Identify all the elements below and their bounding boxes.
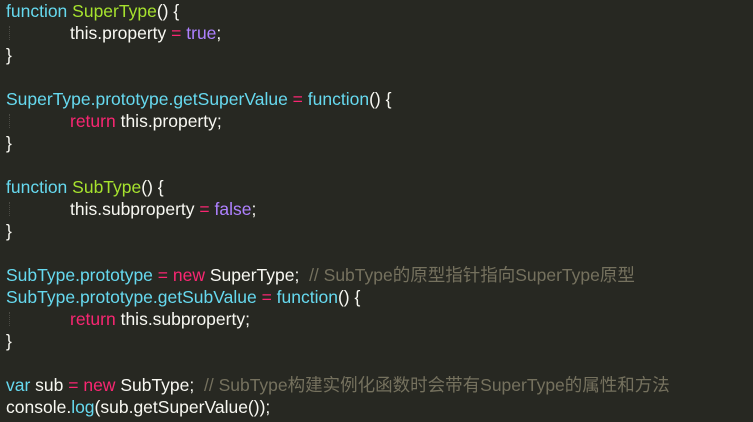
text-token: (sub.getSuperValue()); <box>94 397 271 417</box>
text-token: SubType; <box>115 375 204 395</box>
indent-guide <box>9 26 10 40</box>
code-line-3[interactable]: } <box>6 44 12 66</box>
keyword-token: function <box>276 287 338 307</box>
operator-token: return <box>70 111 116 131</box>
text-token: ; <box>216 23 222 43</box>
code-line-2[interactable]: this.property = true; <box>70 22 221 44</box>
code-line-6[interactable]: return this.property; <box>70 110 222 132</box>
function-name-token: SuperType <box>72 1 157 21</box>
boolean-token: false <box>214 199 252 219</box>
operator-token: = <box>63 375 84 395</box>
text-token: } <box>6 331 12 351</box>
code-line-18[interactable]: var sub = new SubType; // SubType构建实例化函数… <box>6 374 670 396</box>
code-line-14[interactable]: SubType.prototype.getSubValue = function… <box>6 286 360 308</box>
boolean-token: true <box>186 23 217 43</box>
keyword-token: function <box>307 89 370 109</box>
code-line-10[interactable]: this.subproperty = false; <box>70 198 256 220</box>
text-token: () { <box>156 1 180 21</box>
operator-token: = <box>287 89 308 109</box>
function-name-token: SubType <box>72 177 142 197</box>
text-token: } <box>6 133 12 153</box>
code-line-5[interactable]: SuperType.prototype.getSuperValue = func… <box>6 88 391 110</box>
code-line-15[interactable]: return this.subproperty; <box>70 308 250 330</box>
keyword-token: var <box>6 375 31 395</box>
code-line-13[interactable]: SubType.prototype = new SuperType; // Su… <box>6 264 635 286</box>
code-line-1[interactable]: function SuperType() { <box>6 0 179 22</box>
keyword-token: log <box>71 397 95 417</box>
code-line-7[interactable]: } <box>6 132 12 154</box>
comment-token: // SubType的原型指针指向SuperType原型 <box>309 265 635 285</box>
keyword-token: function <box>6 1 68 21</box>
text-token: this.property <box>70 23 167 43</box>
text-token: () { <box>337 287 361 307</box>
code-line-19[interactable]: console.log(sub.getSuperValue()); <box>6 396 270 418</box>
comment-token: // SubType构建实例化函数时会带有SuperType的属性和方法 <box>203 375 670 395</box>
text-token: sub <box>30 375 64 395</box>
operator-token: = <box>256 287 277 307</box>
text-token: this.property; <box>115 111 222 131</box>
operator-token: return <box>70 309 116 329</box>
operator-token: new <box>83 375 116 395</box>
text-token: () { <box>369 89 392 109</box>
text-token: () { <box>141 177 164 197</box>
indent-guide <box>9 202 10 216</box>
keyword-token: SubType.prototype.getSubValue <box>6 287 257 307</box>
text-token: } <box>6 45 12 65</box>
operator-token: new <box>172 265 205 285</box>
text-token: } <box>6 221 12 241</box>
text-token: this.subproperty; <box>115 309 250 329</box>
text-token: this.subproperty <box>70 199 195 219</box>
text-token: SuperType; <box>204 265 310 285</box>
text-token: console. <box>6 397 72 417</box>
keyword-token: SuperType.prototype.getSuperValue <box>6 89 288 109</box>
indent-guide <box>9 114 10 128</box>
operator-token: = <box>166 23 187 43</box>
code-line-11[interactable]: } <box>6 220 12 242</box>
indent-guide <box>9 312 10 326</box>
text-token: ; <box>251 199 257 219</box>
code-line-16[interactable]: } <box>6 330 12 352</box>
code-line-9[interactable]: function SubType() { <box>6 176 164 198</box>
keyword-token: SubType.prototype <box>6 265 153 285</box>
keyword-token: function <box>6 177 68 197</box>
operator-token: = <box>152 265 173 285</box>
operator-token: = <box>194 199 215 219</box>
code-editor[interactable]: function SuperType() { this.property = t… <box>0 0 753 422</box>
